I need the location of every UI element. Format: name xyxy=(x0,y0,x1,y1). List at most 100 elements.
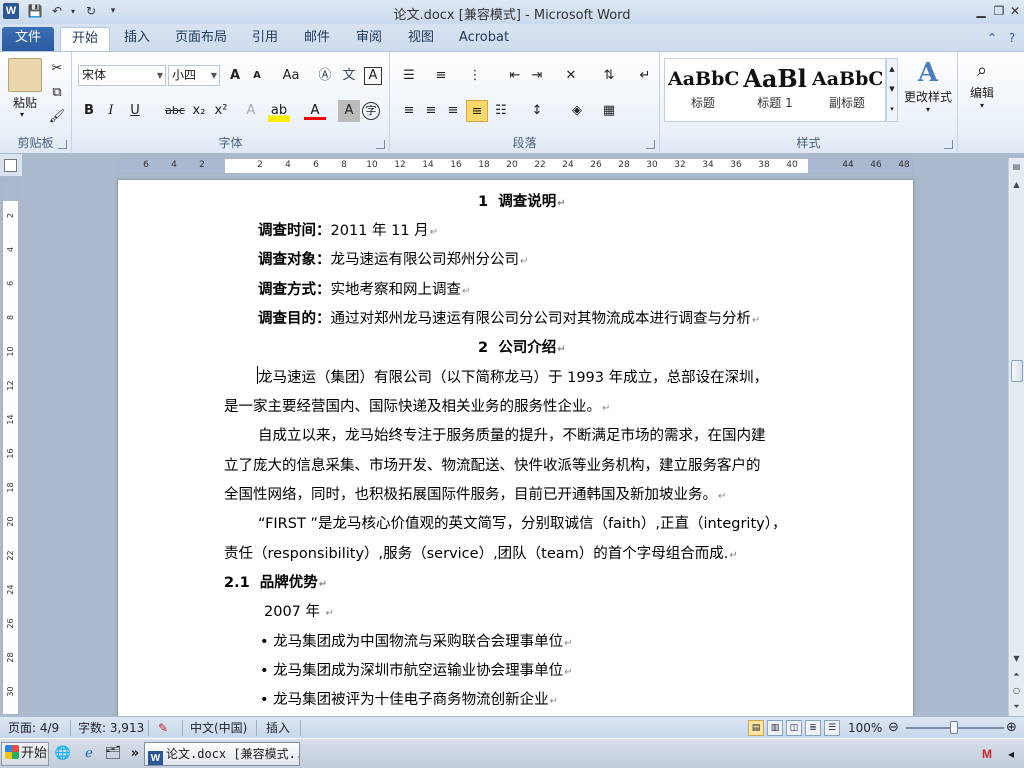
subscript-button[interactable]: x₂ xyxy=(188,100,210,122)
zoom-in-icon[interactable]: ⊕ xyxy=(1006,720,1017,736)
tab-references[interactable]: 引用 xyxy=(242,27,288,51)
superscript-button[interactable]: x² xyxy=(210,100,232,122)
scroll-thumb[interactable] xyxy=(1011,360,1023,382)
change-case-button[interactable]: Aa xyxy=(278,65,304,87)
vertical-scrollbar[interactable]: ▤ ▲ ▼ ⏶ ○ ⏷ xyxy=(1008,158,1024,716)
format-painter-icon[interactable]: 🖌 xyxy=(46,106,68,128)
browse-object-icon[interactable]: ○ xyxy=(1009,684,1024,698)
horizontal-ruler[interactable]: 6 4 2 2 4 6 8 10 12 14 16 18 20 22 24 26 28 30 32 34 36 38 40 4… xyxy=(118,158,913,174)
chinese-layout-icon[interactable]: ✕ xyxy=(560,65,582,87)
sort-icon[interactable]: ⇅ xyxy=(598,65,620,87)
full-screen-reading-icon[interactable]: ▥ xyxy=(767,720,783,736)
document-page[interactable]: 1 调查说明↵ 调查时间：2011 年 11 月↵ 调查对象：龙马速运有限公司郑… xyxy=(118,180,913,716)
page-indicator[interactable]: 页面: 4/9 xyxy=(8,720,59,736)
tab-insert[interactable]: 插入 xyxy=(114,27,160,51)
styles-scroll-icon[interactable]: ▲ ▼ ▾ xyxy=(886,58,898,122)
align-right-icon[interactable]: ≡ xyxy=(442,100,464,122)
line-spacing-icon[interactable]: ↕ xyxy=(526,100,548,122)
cut-icon[interactable]: ✂ xyxy=(46,58,68,80)
tab-file[interactable]: 文件 xyxy=(2,27,54,51)
font-size-combo[interactable]: 小四 ▼ xyxy=(168,65,220,86)
zoom-slider-thumb[interactable] xyxy=(950,721,958,734)
draft-view-icon[interactable]: ☰ xyxy=(824,720,840,736)
tab-home[interactable]: 开始 xyxy=(60,27,110,51)
decrease-indent-icon[interactable]: ⇤ xyxy=(504,65,526,87)
paste-button-label[interactable]: 粘贴 xyxy=(6,94,44,111)
borders-icon[interactable]: ▦ xyxy=(598,100,620,122)
quicklaunch-app-icon[interactable]: 🗂 xyxy=(104,745,122,763)
window-title: 论文.docx [兼容模式] - Microsoft Word xyxy=(393,8,631,23)
highlight-icon[interactable]: ab xyxy=(268,100,290,122)
enclose-characters-button[interactable]: 字 xyxy=(362,102,380,120)
font-name-combo[interactable]: 宋体 ▼ xyxy=(78,65,166,86)
quicklaunch-browser-icon[interactable]: 🌐 xyxy=(54,745,72,763)
shading-icon[interactable]: ◈ xyxy=(566,100,588,122)
styles-launcher-icon[interactable] xyxy=(944,140,953,149)
zoom-out-icon[interactable]: ⊖ xyxy=(888,720,899,736)
font-launcher-icon[interactable] xyxy=(376,140,385,149)
tab-page-layout[interactable]: 页面布局 xyxy=(168,27,234,51)
quicklaunch-ie-icon[interactable]: ℯ xyxy=(80,745,98,763)
distributed-icon[interactable]: ☷ xyxy=(490,100,512,122)
clear-formatting-icon[interactable]: Ⓐ xyxy=(314,65,336,87)
change-styles-button[interactable]: A 更改样式 ▾ xyxy=(902,58,954,118)
tray-app-icon[interactable]: M xyxy=(978,745,996,763)
language-indicator[interactable]: 中文(中国) xyxy=(190,720,247,736)
tab-acrobat[interactable]: Acrobat xyxy=(452,27,516,51)
style-title[interactable]: AaBbC 标题 xyxy=(668,60,738,118)
underline-button[interactable]: U xyxy=(124,100,146,122)
ruler-toggle-icon[interactable]: ▤ xyxy=(1009,160,1024,174)
quicklaunch-more-icon[interactable]: » xyxy=(126,745,144,763)
paste-icon[interactable] xyxy=(8,58,42,92)
tab-review[interactable]: 审阅 xyxy=(346,27,392,51)
start-button[interactable]: 开始 xyxy=(1,742,49,766)
align-center-icon[interactable]: ≡ xyxy=(420,100,442,122)
insert-mode-indicator[interactable]: 插入 xyxy=(266,720,290,736)
outline-view-icon[interactable]: ≣ xyxy=(805,720,821,736)
tray-expand-icon[interactable]: ◂ xyxy=(1002,745,1020,763)
zoom-level[interactable]: 100% xyxy=(848,720,882,736)
paste-dropdown-icon[interactable]: ▾ xyxy=(20,110,24,119)
copy-icon[interactable]: ⧉ xyxy=(46,82,68,104)
style-subtitle[interactable]: AaBbC 副标题 xyxy=(812,60,882,118)
tab-mailings[interactable]: 邮件 xyxy=(294,27,340,51)
next-page-icon[interactable]: ⏷ xyxy=(1009,700,1024,714)
strikethrough-button[interactable]: abc xyxy=(162,100,188,122)
increase-indent-icon[interactable]: ⇥ xyxy=(526,65,548,87)
scroll-down-icon[interactable]: ▼ xyxy=(1009,652,1024,666)
shrink-font-button[interactable]: A xyxy=(246,65,268,87)
web-layout-icon[interactable]: ◫ xyxy=(786,720,802,736)
font-color-button[interactable]: A xyxy=(304,100,326,120)
bold-button[interactable]: B xyxy=(78,100,100,122)
align-left-icon[interactable]: ≡ xyxy=(398,100,420,122)
minimize-ribbon-icon[interactable]: ⌃ xyxy=(984,30,1000,46)
style-heading1[interactable]: AaBl 标题 1 xyxy=(740,60,810,118)
paragraph-launcher-icon[interactable] xyxy=(646,140,655,149)
tab-view[interactable]: 视图 xyxy=(398,27,444,51)
bullets-icon[interactable]: ☰ xyxy=(398,65,420,87)
taskbar-word-button[interactable]: W 论文.docx [兼容模式... xyxy=(144,742,300,766)
clipboard-launcher-icon[interactable] xyxy=(58,140,67,149)
editing-button[interactable]: ⌕ 编辑 ▾ xyxy=(966,58,998,110)
close-button[interactable]: ✕ xyxy=(1004,2,1024,20)
help-icon[interactable]: ? xyxy=(1004,30,1020,46)
character-shading-button[interactable]: A xyxy=(338,100,360,122)
show-marks-icon[interactable]: ↵ xyxy=(634,65,656,87)
word-count[interactable]: 字数: 3,913 xyxy=(78,720,144,736)
italic-button[interactable]: I xyxy=(100,100,122,122)
justify-icon[interactable]: ≡ xyxy=(466,100,488,122)
multilevel-list-icon[interactable]: ⋮ xyxy=(464,65,486,87)
ruler-tick-label: 8 xyxy=(341,160,347,170)
print-layout-view-icon[interactable]: ▤ xyxy=(748,720,764,736)
text-effects-icon[interactable]: A xyxy=(240,100,262,122)
phonetic-guide-icon[interactable]: 文 xyxy=(338,65,360,87)
character-border-icon[interactable]: A xyxy=(364,67,382,85)
grow-font-button[interactable]: A xyxy=(224,65,246,87)
tab-selector[interactable] xyxy=(0,154,22,176)
numbering-icon[interactable]: ≡ xyxy=(430,65,452,87)
ruler-tick-label: 34 xyxy=(702,160,714,170)
proofing-icon[interactable]: ✎ xyxy=(158,720,168,736)
vertical-ruler[interactable]: 2 4 6 8 10 12 14 16 18 20 22 24 26 28 30 xyxy=(2,180,19,715)
scroll-up-icon[interactable]: ▲ xyxy=(1009,178,1024,192)
previous-page-icon[interactable]: ⏶ xyxy=(1009,668,1024,682)
